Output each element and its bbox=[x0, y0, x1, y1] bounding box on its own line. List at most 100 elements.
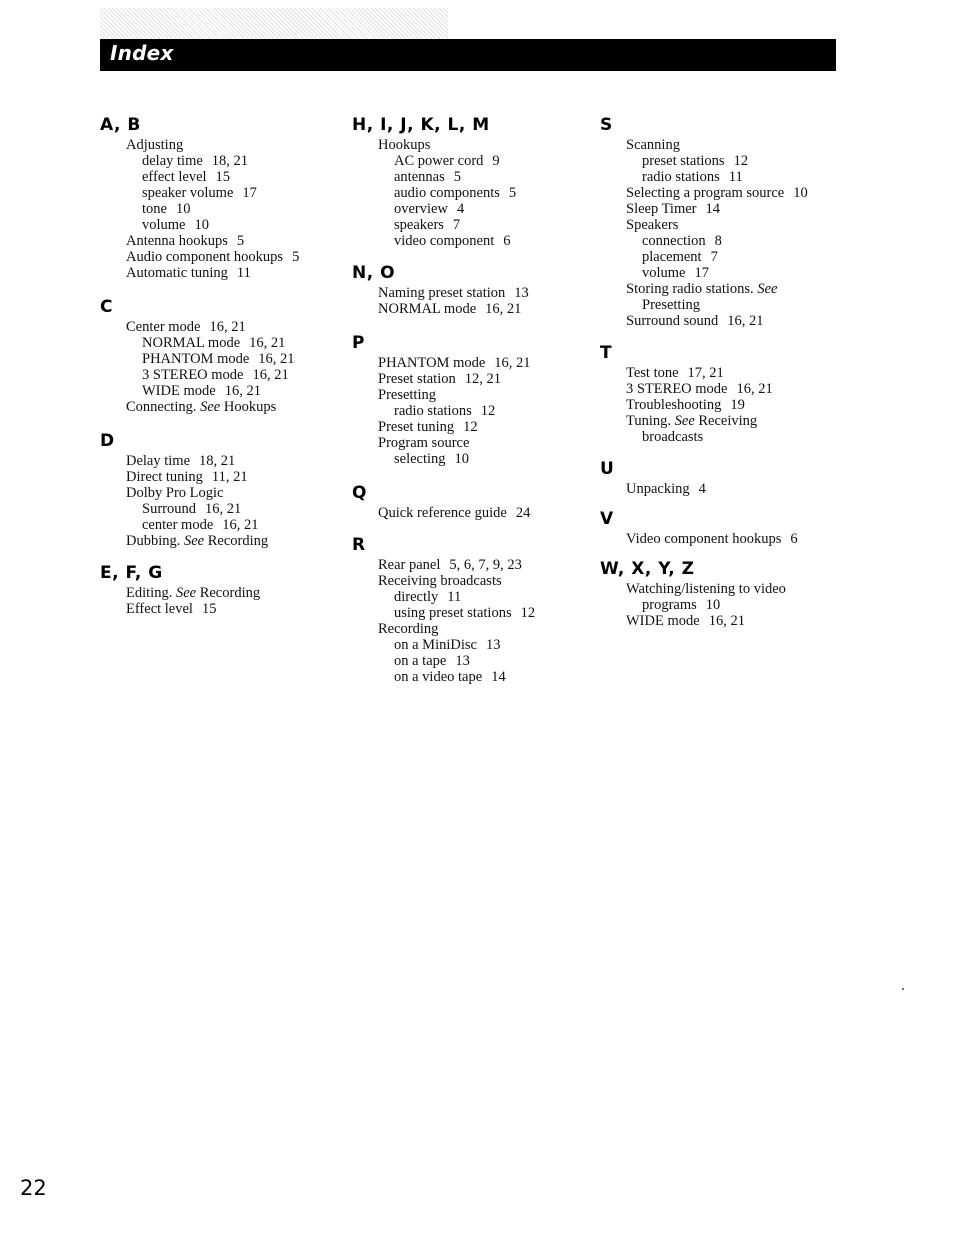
entry-page-numbers: 16, 21 bbox=[494, 355, 531, 371]
entry-term: Recording bbox=[378, 621, 439, 637]
section-letters: W, X, Y, Z bbox=[600, 559, 695, 579]
index-section: N, O Naming preset station 13 NORMAL mode 16… bbox=[352, 261, 535, 317]
entry-term: Program source bbox=[378, 435, 470, 451]
index-column-3: S Scanning preset stations 12 radio stations… bbox=[600, 113, 808, 629]
entry-page-numbers: 13 bbox=[485, 637, 501, 653]
entry-page-numbers: 16, 21 bbox=[708, 613, 745, 629]
index-entry: Dubbing. See Recording bbox=[126, 533, 299, 549]
index-entry: Adjusting bbox=[126, 137, 299, 153]
index-entry: Direct tuning 11, 21 bbox=[126, 469, 299, 485]
section-letters: N, O bbox=[352, 263, 396, 283]
entry-term: Receiving broadcasts bbox=[378, 573, 502, 589]
entry-page-numbers: 16, 21 bbox=[736, 381, 773, 397]
entry-term: connection bbox=[642, 233, 706, 249]
index-subentry: 3 STEREO mode 16, 21 bbox=[126, 367, 299, 383]
index-section: S Scanning preset stations 12 radio stations… bbox=[600, 113, 808, 329]
index-section: T Test tone 17, 21 3 STEREO mode 16, 21 Troub… bbox=[600, 341, 808, 445]
section-letters: D bbox=[100, 431, 115, 451]
entry-term: speaker volume bbox=[142, 185, 234, 201]
index-subentry: audio components 5 bbox=[378, 185, 535, 201]
entry-list: Delay time 18, 21 Direct tuning 11, 21 Dolby… bbox=[126, 453, 299, 549]
section-letters: T bbox=[600, 343, 613, 363]
index-column-1: A, B Adjusting delay time 18, 21 effect leve… bbox=[100, 113, 299, 617]
entry-page-numbers: 14 bbox=[705, 201, 721, 217]
section-letters: R bbox=[352, 535, 366, 555]
entry-term: Troubleshooting bbox=[626, 397, 722, 413]
index-subentry: Surround 16, 21 bbox=[126, 501, 299, 517]
entry-list: Center mode 16, 21 NORMAL mode 16, 21 PHANTO… bbox=[126, 319, 299, 415]
entry-term: on a tape bbox=[394, 653, 447, 669]
index-entry: Delay time 18, 21 bbox=[126, 453, 299, 469]
see-reference-label: See bbox=[200, 399, 221, 415]
index-subentry: speaker volume 17 bbox=[126, 185, 299, 201]
entry-page-numbers: 12 bbox=[520, 605, 536, 621]
entry-list: Video component hookups 6 bbox=[626, 531, 808, 547]
index-section: C Center mode 16, 21 NORMAL mode 16, 21 PHANT… bbox=[100, 295, 299, 415]
page-title: Index bbox=[110, 41, 174, 65]
entry-term: Dubbing. bbox=[126, 533, 181, 549]
entry-term: Sleep Timer bbox=[626, 201, 697, 217]
entry-term: on a video tape bbox=[394, 669, 483, 685]
entry-page-numbers: 7 bbox=[710, 249, 718, 265]
index-entry: NORMAL mode 16, 21 bbox=[378, 301, 535, 317]
index-entry: Audio component hookups 5 bbox=[126, 249, 299, 265]
entry-list: Quick reference guide 24 bbox=[378, 505, 535, 521]
entry-page-numbers: 5, 6, 7, 9, 23 bbox=[449, 557, 522, 573]
section-letters: V bbox=[600, 509, 614, 529]
index-entry: Rear panel 5, 6, 7, 9, 23 bbox=[378, 557, 535, 573]
index-subentry: placement 7 bbox=[626, 249, 808, 265]
section-letters: A, B bbox=[100, 115, 141, 135]
entry-term: Preset tuning bbox=[378, 419, 455, 435]
entry-term: overview bbox=[394, 201, 448, 217]
entry-page-numbers: 6 bbox=[503, 233, 511, 249]
entry-term: video component bbox=[394, 233, 495, 249]
entry-term: placement bbox=[642, 249, 702, 265]
see-reference-target: Receiving bbox=[698, 413, 758, 429]
entry-page-numbers: 11, 21 bbox=[211, 469, 248, 485]
entry-page-numbers: 11 bbox=[236, 265, 251, 281]
entry-term: Storing radio stations. bbox=[626, 281, 754, 297]
entry-term: effect level bbox=[142, 169, 207, 185]
entry-term: Direct tuning bbox=[126, 469, 203, 485]
entry-page-numbers: 7 bbox=[452, 217, 461, 233]
entry-page-numbers: 19 bbox=[730, 397, 745, 413]
entry-page-numbers: 10 bbox=[454, 451, 470, 467]
index-section: W, X, Y, Z Watching/listening to video pro… bbox=[600, 557, 808, 629]
index-entry: Editing. See Recording bbox=[126, 585, 299, 601]
entry-page-numbers: 12 bbox=[733, 153, 749, 169]
index-entry: Video component hookups 6 bbox=[626, 531, 808, 547]
index-subentry: programs 10 bbox=[626, 597, 808, 613]
entry-list: Unpacking 4 bbox=[626, 481, 808, 497]
entry-term: Tuning. bbox=[626, 413, 672, 429]
index-entry: Storing radio stations. See bbox=[626, 281, 808, 297]
see-reference-target: Recording bbox=[207, 533, 269, 549]
entry-page-numbers: 15 bbox=[201, 601, 217, 617]
entry-page-numbers: 16, 21 bbox=[727, 313, 764, 329]
entry-page-numbers: 5 bbox=[453, 169, 461, 185]
entry-page-numbers: 9 bbox=[492, 153, 500, 169]
entry-term: Quick reference guide bbox=[378, 505, 507, 521]
entry-page-numbers: 16, 21 bbox=[209, 319, 246, 335]
see-reference-label: See bbox=[674, 413, 695, 429]
index-entry: Selecting a program source 10 bbox=[626, 185, 808, 201]
index-entry: Scanning bbox=[626, 137, 808, 153]
header-texture bbox=[100, 8, 448, 39]
section-letters: C bbox=[100, 297, 113, 317]
index-entry: Dolby Pro Logic bbox=[126, 485, 299, 501]
entry-page-numbers: 6 bbox=[790, 531, 798, 547]
index-section: R Rear panel 5, 6, 7, 9, 23 Receiving broad… bbox=[352, 533, 535, 685]
entry-term: Adjusting bbox=[126, 137, 184, 153]
entry-page-numbers: 17 bbox=[694, 265, 710, 281]
section-letters: E, F, G bbox=[100, 563, 163, 583]
entry-page-numbers: 16, 21 bbox=[224, 383, 261, 399]
entry-term: Selecting a program source bbox=[626, 185, 785, 201]
index-entry: Unpacking 4 bbox=[626, 481, 808, 497]
entry-list: Hookups AC power cord 9 antennas 5 audio comp… bbox=[378, 137, 535, 249]
entry-term: audio components bbox=[394, 185, 500, 201]
entry-page-numbers: 16, 21 bbox=[222, 517, 259, 533]
entry-page-numbers: 10 bbox=[705, 597, 721, 613]
entry-term: Dolby Pro Logic bbox=[126, 485, 224, 501]
entry-page-numbers: 10 bbox=[194, 217, 210, 233]
entry-list: Rear panel 5, 6, 7, 9, 23 Receiving broadc… bbox=[378, 557, 535, 685]
entry-page-numbers: 18, 21 bbox=[199, 453, 236, 469]
